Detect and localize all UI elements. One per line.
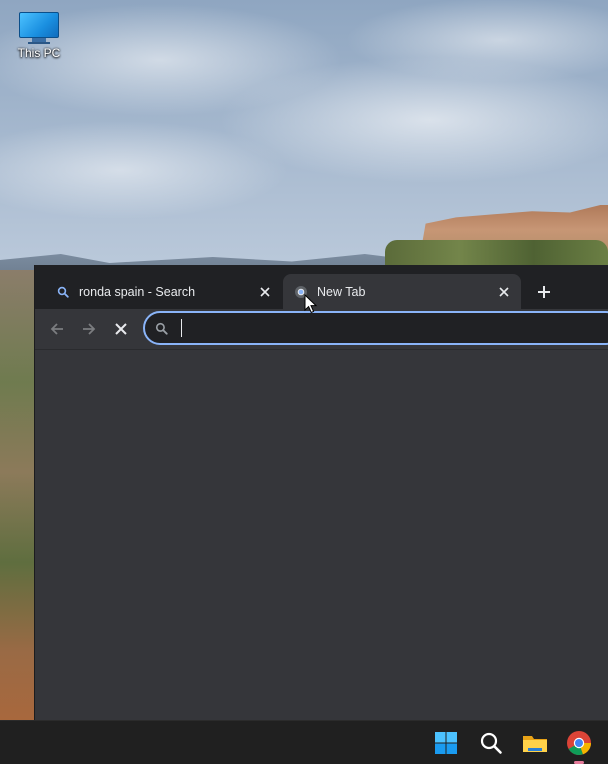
tab-title: ronda spain - Search — [79, 284, 196, 299]
monitor-icon — [19, 12, 59, 44]
browser-window: ronda spain - Search New Tab — [34, 265, 608, 720]
browser-toolbar — [35, 309, 608, 349]
desktop-icon-label: This PC — [17, 46, 61, 60]
tab-close-button[interactable] — [254, 281, 276, 303]
close-icon — [260, 286, 270, 297]
page-content[interactable] — [35, 350, 608, 720]
desktop-icon-this-pc[interactable]: This PC — [8, 8, 70, 60]
tab-title: New Tab — [317, 284, 366, 299]
address-bar[interactable] — [143, 311, 608, 345]
tab-strip: ronda spain - Search New Tab — [35, 265, 608, 309]
file-explorer-button[interactable] — [519, 727, 551, 759]
search-icon — [155, 322, 173, 335]
search-icon — [55, 284, 71, 300]
stop-button[interactable] — [107, 315, 135, 343]
new-tab-button[interactable] — [531, 279, 557, 305]
address-input[interactable] — [182, 316, 608, 340]
start-button[interactable] — [430, 727, 462, 759]
wallpaper-trees — [385, 240, 608, 267]
tab-new-tab[interactable]: New Tab — [283, 274, 521, 309]
chrome-icon — [567, 731, 591, 755]
taskbar — [0, 720, 608, 764]
back-button[interactable] — [43, 315, 71, 343]
chrome-taskbar-button[interactable] — [563, 727, 595, 759]
forward-button[interactable] — [75, 315, 103, 343]
arrow-right-icon — [83, 323, 96, 335]
tab-close-button[interactable] — [493, 281, 515, 303]
taskbar-search-button[interactable] — [475, 727, 507, 759]
folder-icon — [523, 736, 547, 752]
plus-icon — [538, 286, 550, 298]
search-icon — [480, 732, 502, 754]
arrow-left-icon — [50, 323, 63, 335]
close-icon — [499, 286, 509, 297]
mouse-cursor-icon — [304, 294, 318, 314]
close-icon — [115, 323, 127, 335]
tab-ronda-spain-search[interactable]: ronda spain - Search — [45, 274, 282, 309]
windows-icon — [435, 732, 457, 754]
